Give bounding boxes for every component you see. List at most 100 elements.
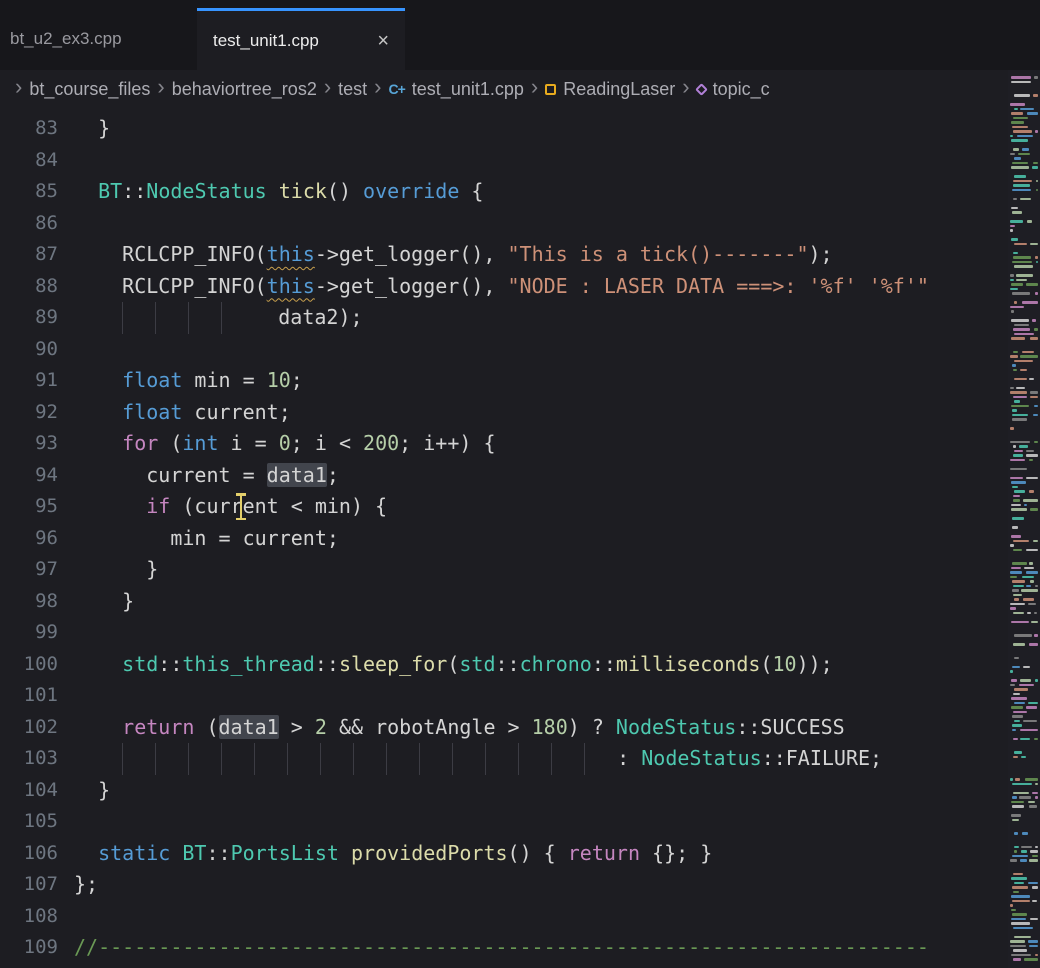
code-line[interactable]: 98 } <box>0 586 1008 618</box>
code-line[interactable]: 109//-----------------------------------… <box>0 932 1008 964</box>
tab-bt-u2-ex3[interactable]: bt_u2_ex3.cpp <box>0 8 175 70</box>
line-number[interactable]: 89 <box>0 302 74 334</box>
line-number[interactable]: 97 <box>0 554 74 586</box>
code-line[interactable]: 97 } <box>0 554 1008 586</box>
minimap-line <box>1010 468 1027 471</box>
code-line[interactable]: 96 min = current; <box>0 523 1008 555</box>
code-line[interactable]: 101 <box>0 680 1008 712</box>
minimap[interactable] <box>1008 70 1040 968</box>
minimap-line <box>1014 108 1018 111</box>
code-line[interactable]: 89 data2); <box>0 302 1008 334</box>
line-number[interactable]: 86 <box>0 208 74 240</box>
line-number[interactable]: 106 <box>0 838 74 870</box>
minimap-line <box>1010 135 1013 138</box>
minimap-line <box>1035 796 1038 799</box>
code-line[interactable]: 100 std::this_thread::sleep_for(std::chr… <box>0 649 1008 681</box>
breadcrumb-item-folder[interactable]: behaviortree_ros2 <box>172 79 317 100</box>
indent-guide <box>452 743 485 775</box>
breadcrumb-item-method[interactable]: topic_c <box>697 79 770 100</box>
breadcrumb-item-file[interactable]: C+ test_unit1.cpp <box>389 79 524 100</box>
chevron-right-icon: › <box>8 76 29 98</box>
line-number[interactable]: 84 <box>0 145 74 177</box>
line-number[interactable]: 108 <box>0 901 74 933</box>
code-line[interactable]: 92 float current; <box>0 397 1008 429</box>
code-text <box>74 901 1008 933</box>
line-number[interactable]: 107 <box>0 869 74 901</box>
minimap-line <box>1011 139 1028 142</box>
line-number[interactable]: 99 <box>0 617 74 649</box>
code-line[interactable]: 94 current = data1; <box>0 460 1008 492</box>
code-line[interactable]: 84 <box>0 145 1008 177</box>
this-keyword: this <box>267 242 315 266</box>
line-number[interactable]: 96 <box>0 523 74 555</box>
line-number[interactable]: 90 <box>0 334 74 366</box>
minimap-line <box>1013 792 1029 795</box>
chevron-right-icon: › <box>524 76 545 98</box>
code-line[interactable]: 108 <box>0 901 1008 933</box>
line-number[interactable]: 87 <box>0 239 74 271</box>
code-line[interactable]: 104 } <box>0 775 1008 807</box>
code-line[interactable]: 87 RCLCPP_INFO(this->get_logger(), "This… <box>0 239 1008 271</box>
code-line[interactable]: 83 } <box>0 113 1008 145</box>
code-line[interactable]: 103 : NodeStatus::FAILURE; <box>0 743 1008 775</box>
line-number[interactable]: 93 <box>0 428 74 460</box>
line-number[interactable]: 100 <box>0 649 74 681</box>
line-number[interactable]: 94 <box>0 460 74 492</box>
code-line[interactable]: 105 <box>0 806 1008 838</box>
tab-test-unit1[interactable]: test_unit1.cpp × <box>197 8 405 70</box>
minimap-line <box>1026 283 1038 286</box>
close-icon[interactable]: × <box>377 31 389 51</box>
minimap-line <box>1014 378 1027 381</box>
minimap-line <box>1022 301 1038 304</box>
line-number[interactable]: 85 <box>0 176 74 208</box>
line-number[interactable]: 92 <box>0 397 74 429</box>
code-line[interactable]: 91 float min = 10; <box>0 365 1008 397</box>
minimap-line <box>1010 670 1013 673</box>
line-number[interactable]: 103 <box>0 743 74 775</box>
minimap-line <box>1013 540 1029 543</box>
code-line[interactable]: 106 static BT::PortsList providedPorts()… <box>0 838 1008 870</box>
indent-guide <box>320 743 353 775</box>
minimap-line <box>1019 796 1031 799</box>
minimap-line <box>1014 243 1027 246</box>
code-line[interactable]: 99 <box>0 617 1008 649</box>
minimap-line <box>1029 859 1038 862</box>
code-line[interactable]: 93 for (int i = 0; i < 200; i++) { <box>0 428 1008 460</box>
indent-guide <box>122 302 155 334</box>
line-number[interactable]: 98 <box>0 586 74 618</box>
minimap-line <box>1012 409 1017 412</box>
minimap-line <box>1027 612 1031 615</box>
line-number[interactable]: 83 <box>0 113 74 145</box>
code-line[interactable]: 95 if (current < min) { <box>0 491 1008 523</box>
line-number[interactable]: 105 <box>0 806 74 838</box>
minimap-line <box>1013 184 1030 187</box>
minimap-line <box>1013 495 1020 498</box>
minimap-line <box>1025 778 1038 781</box>
code-line[interactable]: 86 <box>0 208 1008 240</box>
minimap-line <box>1014 657 1019 660</box>
line-number[interactable]: 91 <box>0 365 74 397</box>
minimap-line <box>1034 328 1038 331</box>
code-line[interactable]: 85 BT::NodeStatus tick() override { <box>0 176 1008 208</box>
code-line[interactable]: 107}; <box>0 869 1008 901</box>
minimap-line <box>1032 319 1037 322</box>
minimap-line <box>1011 81 1031 84</box>
breadcrumb-item-folder[interactable]: bt_course_files <box>29 79 150 100</box>
line-number[interactable]: 95 <box>0 491 74 523</box>
line-number[interactable]: 104 <box>0 775 74 807</box>
highlighted-word: data1 <box>267 463 327 487</box>
code-line[interactable]: 88 RCLCPP_INFO(this->get_logger(), "NODE… <box>0 271 1008 303</box>
minimap-line <box>1035 585 1038 588</box>
minimap-line <box>1013 756 1018 759</box>
code-editor[interactable]: 83 }8485 BT::NodeStatus tick() override … <box>0 108 1008 968</box>
code-line[interactable]: 102 return (data1 > 2 && robotAngle > 18… <box>0 712 1008 744</box>
minimap-line <box>1020 108 1034 111</box>
line-number[interactable]: 102 <box>0 712 74 744</box>
line-number[interactable]: 109 <box>0 932 74 964</box>
minimap-line <box>1010 274 1014 277</box>
breadcrumb-item-class[interactable]: ReadingLaser <box>545 79 675 100</box>
line-number[interactable]: 101 <box>0 680 74 712</box>
breadcrumb-item-folder[interactable]: test <box>338 79 367 100</box>
line-number[interactable]: 88 <box>0 271 74 303</box>
code-line[interactable]: 90 <box>0 334 1008 366</box>
